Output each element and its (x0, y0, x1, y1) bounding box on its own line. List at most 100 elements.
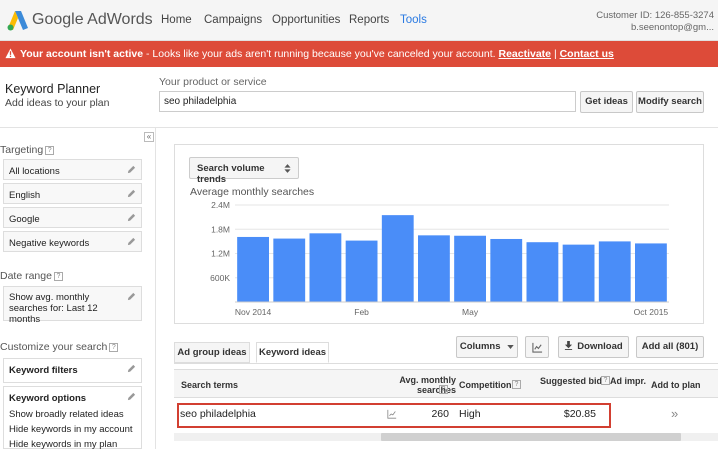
chart-bar (454, 235, 486, 302)
chart-bar (490, 238, 523, 302)
header-suggested-bid[interactable]: Suggested bid (540, 376, 602, 386)
help-icon[interactable]: ? (45, 146, 55, 155)
targeting-locations-label: All locations (9, 166, 60, 177)
customer-id: Customer ID: 126-855-3274 (596, 10, 714, 21)
option-hide-account: Hide keywords in my account (9, 424, 133, 435)
line-chart-icon (531, 342, 542, 353)
help-icon[interactable]: ? (53, 272, 63, 281)
tab-keyword-ideas[interactable]: Keyword ideas (256, 342, 329, 363)
header-add-to-plan[interactable]: Add to plan (651, 380, 701, 390)
alert-separator: | (553, 48, 557, 60)
header-ad-impressions[interactable]: Ad impr. (610, 376, 646, 386)
date-range-selector[interactable]: Show avg. monthly searches for: Last 12 … (3, 286, 142, 325)
chart-bar (273, 238, 306, 302)
search-volume-panel: Search volume trends Average monthly sea… (174, 144, 704, 324)
nav-campaigns[interactable]: Campaigns (204, 14, 262, 26)
pencil-icon[interactable] (127, 237, 136, 246)
pencil-icon[interactable] (127, 213, 136, 222)
pencil-icon[interactable] (127, 165, 136, 174)
download-button[interactable]: Download (558, 336, 629, 358)
reactivate-link[interactable]: Reactivate (498, 48, 551, 60)
alert-text: - Looks like your ads aren't running bec… (143, 48, 499, 60)
nav-reports[interactable]: Reports (349, 14, 389, 26)
tab-divider (174, 363, 718, 364)
y-tick-label: 600K (210, 273, 230, 283)
chart-bar (381, 215, 414, 302)
columns-label: Columns (459, 341, 501, 352)
date-range-value: Show avg. monthly searches for: Last 12 … (9, 292, 98, 325)
help-icon[interactable]: ? (109, 343, 119, 352)
option-broadly-related: Show broadly related ideas (9, 409, 124, 420)
product-label: Your product or service (159, 76, 267, 88)
customize-label-text: Customize your search (0, 341, 108, 353)
adwords-logo-icon[interactable] (7, 9, 29, 31)
targeting-negative-label: Negative keywords (9, 238, 90, 249)
chart-bar (237, 236, 269, 302)
columns-button[interactable]: Columns (456, 336, 518, 358)
customize-label: Customize your search? (0, 341, 119, 353)
keyword-filters[interactable]: Keyword filters (3, 358, 142, 383)
y-tick-label: 1.2M (211, 249, 230, 259)
keyword-table-header: Search terms Avg. monthly searches ? Com… (174, 369, 718, 398)
get-ideas-button[interactable]: Get ideas (580, 91, 633, 113)
chart-bar (562, 244, 595, 302)
pencil-icon[interactable] (127, 292, 136, 301)
y-tick-label: 2.4M (211, 200, 230, 210)
help-icon[interactable]: ? (439, 385, 448, 394)
brand-name[interactable]: Google AdWords (32, 11, 153, 29)
download-icon (565, 341, 573, 350)
targeting-negative-keywords[interactable]: Negative keywords (3, 231, 142, 252)
sidebar: « Targeting? All locations English Googl… (0, 128, 156, 449)
highlight-box (177, 403, 611, 428)
targeting-label: Targeting? (0, 144, 55, 156)
nav-opportunities[interactable]: Opportunities (272, 14, 340, 26)
targeting-network[interactable]: Google (3, 207, 142, 228)
pencil-icon[interactable] (127, 189, 136, 198)
x-tick-label: Feb (354, 307, 369, 317)
top-navigation: Google AdWords Home Campaigns Opportunit… (0, 0, 718, 41)
header-competition[interactable]: Competition (459, 380, 512, 390)
date-range-label: Date range? (0, 270, 63, 282)
average-monthly-searches-chart: 600K 1.2M 1.8M 2.4M Nov 2014 Feb May Oct 2015 (210, 200, 669, 317)
x-tick-label: May (462, 307, 479, 317)
date-range-label-text: Date range (0, 270, 52, 282)
nav-home[interactable]: Home (161, 14, 192, 26)
account-info[interactable]: Customer ID: 126-855-3274 b.seenontop@gm… (596, 10, 714, 34)
chart-bar (418, 235, 450, 302)
product-input[interactable]: seo philadelphia (159, 91, 576, 112)
targeting-language-label: English (9, 190, 41, 201)
page-subtitle: Add ideas to your plan (5, 97, 110, 109)
download-label: Download (577, 341, 623, 352)
chart-bar (309, 233, 342, 302)
account-email: b.seenontop@gm... (630, 22, 714, 33)
keyword-filters-label: Keyword filters (9, 365, 78, 376)
tab-ad-group-ideas[interactable]: Ad group ideas (174, 342, 250, 363)
add-all-button[interactable]: Add all (801) (636, 336, 704, 358)
pencil-icon[interactable] (127, 392, 136, 401)
modify-search-button[interactable]: Modify search (636, 91, 704, 113)
option-hide-plan: Hide keywords in my plan (9, 439, 118, 449)
warning-icon (5, 48, 16, 59)
horizontal-scrollbar[interactable] (381, 433, 681, 441)
chart-bar (345, 240, 378, 302)
chart-toggle-button[interactable] (525, 336, 549, 358)
chevron-down-icon (507, 345, 514, 349)
targeting-language[interactable]: English (3, 183, 142, 204)
keyword-options-label: Keyword options (9, 393, 87, 404)
x-tick-label: Oct 2015 (634, 307, 669, 317)
help-icon[interactable]: ? (512, 380, 521, 389)
chart-bar (598, 241, 631, 302)
header-search-terms[interactable]: Search terms (181, 380, 238, 390)
contact-us-link[interactable]: Contact us (560, 48, 614, 60)
add-to-plan-icon[interactable]: » (671, 406, 678, 421)
account-inactive-alert: Your account isn't active - Looks like y… (0, 41, 718, 67)
help-icon[interactable]: ? (601, 376, 610, 385)
targeting-network-label: Google (9, 214, 40, 225)
alert-title: Your account isn't active (20, 48, 144, 60)
targeting-label-text: Targeting (0, 144, 44, 156)
pencil-icon[interactable] (127, 364, 136, 373)
targeting-locations[interactable]: All locations (3, 159, 142, 180)
collapse-sidebar-icon[interactable]: « (144, 132, 154, 142)
nav-tools[interactable]: Tools (400, 14, 427, 26)
x-tick-label: Nov 2014 (235, 307, 272, 317)
